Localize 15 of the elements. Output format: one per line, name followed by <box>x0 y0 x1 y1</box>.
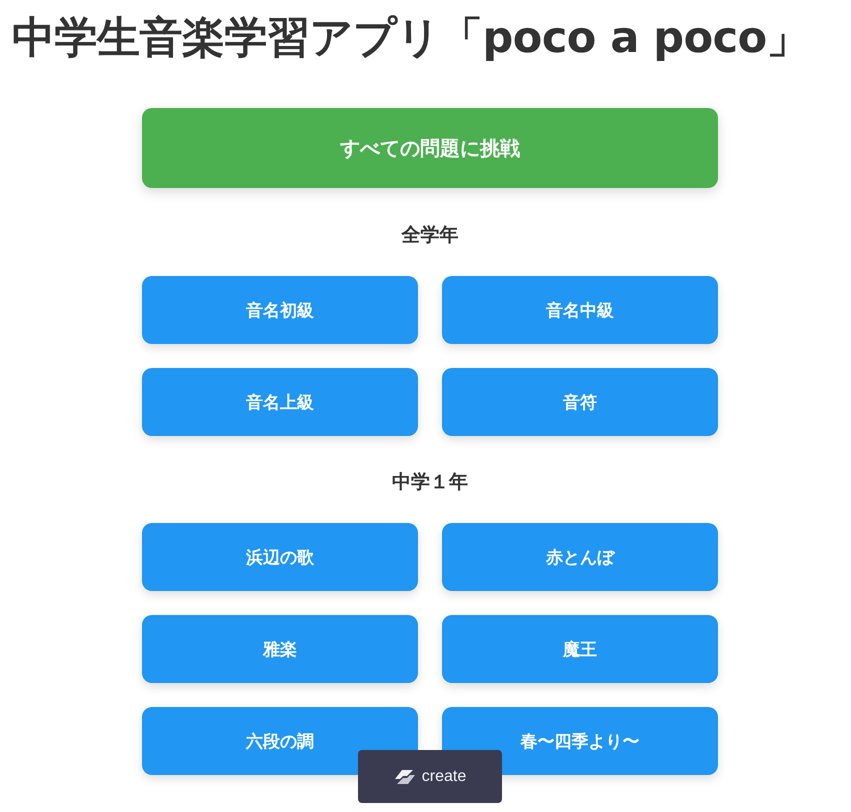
quiz-button[interactable]: 魔王 <box>442 615 718 683</box>
quiz-button[interactable]: 音符 <box>442 368 718 436</box>
logo-icon <box>394 768 416 784</box>
section-heading: 中学１年 <box>391 470 469 494</box>
quiz-button[interactable]: 音名初級 <box>142 276 418 344</box>
quiz-button[interactable]: 赤とんぼ <box>442 523 718 591</box>
quiz-button[interactable]: 雅楽 <box>142 615 418 683</box>
quiz-button[interactable]: 六段の調 <box>142 707 418 775</box>
quiz-button[interactable]: 音名中級 <box>442 276 718 344</box>
all-questions-button[interactable]: すべての問題に挑戦 <box>142 108 718 188</box>
page-title: 中学生音楽学習アプリ「poco a poco」 <box>11 12 810 65</box>
create-badge[interactable]: create <box>358 750 502 803</box>
quiz-button[interactable]: 音名上級 <box>142 368 418 436</box>
quiz-button[interactable]: 浜辺の歌 <box>142 523 418 591</box>
section-heading: 全学年 <box>400 223 460 247</box>
